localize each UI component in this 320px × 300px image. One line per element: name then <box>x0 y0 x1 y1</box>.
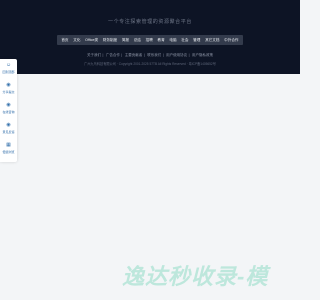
grid-icon: ▦ <box>6 142 11 148</box>
sidebar-item-consult[interactable]: ◉ 在线咨询 <box>0 103 17 121</box>
page: 一个专注探索管理的资源聚合平台 首页 文化 Office类 财务制度 简报 总结… <box>0 0 300 300</box>
sidebar-item-label: 在线咨询 <box>2 109 15 114</box>
sidebar-item-label: 分享提交 <box>2 89 15 94</box>
footer-link-separator: | <box>162 53 164 57</box>
category-link-finance[interactable]: 财务制度 <box>103 38 117 43</box>
footer-links: 关于我们 | 广告合作 | 主要贡献者 | 联系我们 | 用户使用协议 | 用户隐私政策 <box>0 53 300 58</box>
sidebar-item-label: 意见反馈 <box>2 129 15 134</box>
category-link-recruit[interactable]: 招聘 <box>146 38 153 43</box>
sidebar-item-share[interactable]: ◉ 分享提交 <box>0 83 17 101</box>
watermark-brand-text: 逸达秒收录-模 <box>122 264 269 289</box>
footer-copyright: 广州九鸟科技有限公司 · Copyright 2001-2025 57TB Al… <box>84 62 216 66</box>
footer-slogan: 一个专注探索管理的资源聚合平台 <box>107 19 192 25</box>
footer-link-separator: | <box>121 53 123 57</box>
category-link-other[interactable]: 其它文档 <box>205 38 219 43</box>
category-link-office[interactable]: Office类 <box>85 38 98 43</box>
category-link-society[interactable]: 社会 <box>181 38 188 43</box>
footer-category-nav: 首页 文化 Office类 财务制度 简报 总结 招聘 教育 电脑 社会 管理 … <box>57 35 243 45</box>
site-footer: 一个专注探索管理的资源聚合平台 首页 文化 Office类 财务制度 简报 总结… <box>0 0 300 74</box>
floating-sidebar: ☺ 回到顶部 ◉ 分享提交 ◉ 在线咨询 ◉ 意见反馈 ▦ 便捷浏览 <box>0 59 17 162</box>
category-link-home[interactable]: 首页 <box>61 38 68 43</box>
chat-icon: ◉ <box>6 102 11 108</box>
category-link-computer[interactable]: 电脑 <box>169 38 176 43</box>
sidebar-item-feedback[interactable]: ◉ 意见反馈 <box>0 123 17 141</box>
category-link-briefing[interactable]: 简报 <box>122 38 129 43</box>
sidebar-item-label: 回到顶部 <box>2 69 15 74</box>
category-link-education[interactable]: 教育 <box>158 38 165 43</box>
user-icon: ☺ <box>6 62 12 68</box>
footer-link-privacy[interactable]: 用户隐私政策 <box>192 53 213 57</box>
category-link-summary[interactable]: 总结 <box>134 38 141 43</box>
category-link-cooperation[interactable]: 中外合作 <box>224 38 238 43</box>
shield-icon: ◉ <box>6 82 11 88</box>
footer-link-separator: | <box>102 53 104 57</box>
footer-link-contact[interactable]: 联系我们 <box>147 53 161 57</box>
footer-link-terms[interactable]: 用户使用协议 <box>166 53 187 57</box>
category-link-culture[interactable]: 文化 <box>73 38 80 43</box>
sidebar-item-label: 便捷浏览 <box>2 149 15 154</box>
sidebar-item-browse[interactable]: ▦ 便捷浏览 <box>0 143 17 161</box>
footer-link-about[interactable]: 关于我们 <box>87 53 101 57</box>
footer-link-separator: | <box>188 53 190 57</box>
info-icon: ◉ <box>6 122 11 128</box>
footer-link-ads[interactable]: 广告合作 <box>106 53 120 57</box>
footer-link-separator: | <box>143 53 145 57</box>
footer-link-contributors[interactable]: 主要贡献者 <box>125 53 143 57</box>
category-link-management[interactable]: 管理 <box>193 38 200 43</box>
sidebar-item-back-to-top[interactable]: ☺ 回到顶部 <box>0 63 17 81</box>
